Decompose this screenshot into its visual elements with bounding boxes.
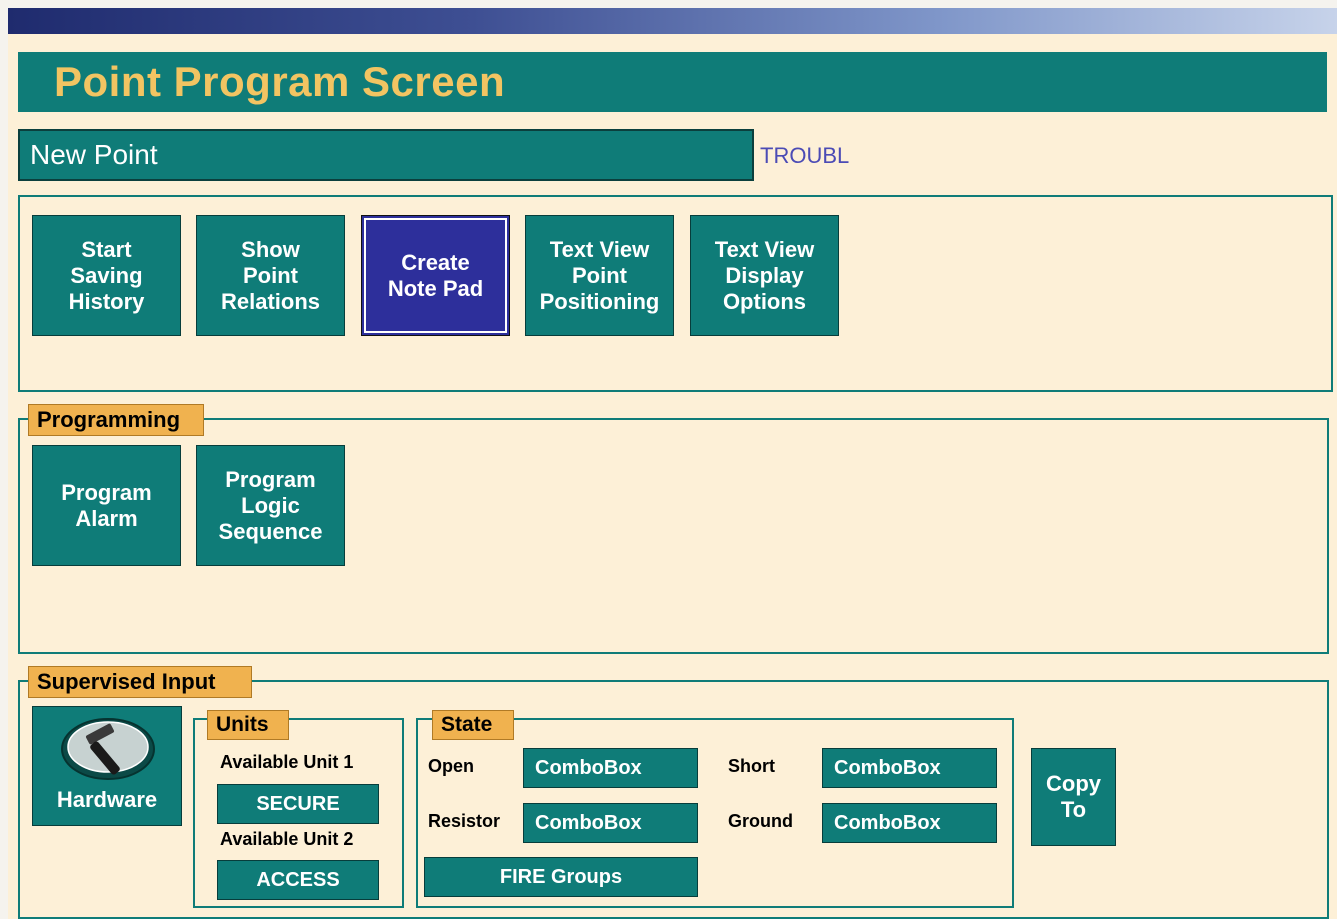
text-view-display-options-button[interactable]: Text View Display Options xyxy=(690,215,839,336)
open-combobox[interactable]: ComboBox xyxy=(523,748,698,788)
hardware-label: Hardware xyxy=(56,787,158,812)
available-unit-1-label: Available Unit 1 xyxy=(220,752,354,772)
copy-to-button[interactable]: Copy To xyxy=(1031,748,1116,846)
show-point-relations-button[interactable]: Show Point Relations xyxy=(196,215,345,336)
programming-tab-label: Programming xyxy=(28,404,204,436)
available-unit-2-label: Available Unit 2 xyxy=(220,829,354,849)
short-combobox[interactable]: ComboBox xyxy=(822,748,997,788)
fire-groups-button[interactable]: FIRE Groups xyxy=(424,857,698,897)
unit-2-select[interactable]: ACCESS xyxy=(217,860,379,900)
resistor-combobox[interactable]: ComboBox xyxy=(523,803,698,843)
text-view-point-positioning-button[interactable]: Text View Point Positioning xyxy=(525,215,674,336)
resistor-label: Resistor xyxy=(428,811,501,831)
create-note-pad-button[interactable]: Create Note Pad xyxy=(361,215,510,336)
ground-combobox[interactable]: ComboBox xyxy=(822,803,997,843)
start-saving-history-button[interactable]: Start Saving History xyxy=(32,215,181,336)
program-logic-sequence-button[interactable]: Program Logic Sequence xyxy=(196,445,345,566)
hammer-icon xyxy=(61,718,155,780)
ground-label: Ground xyxy=(728,811,793,831)
hardware-button[interactable]: Hardware xyxy=(32,706,182,826)
unit-1-select[interactable]: SECURE xyxy=(217,784,379,824)
window-header-strip xyxy=(8,8,1337,34)
open-label: Open xyxy=(428,756,475,776)
short-label: Short xyxy=(728,756,775,776)
supervised-input-tab-label: Supervised Input xyxy=(28,666,252,698)
page-title: Point Program Screen xyxy=(18,52,1327,112)
units-tab-label: Units xyxy=(207,710,289,740)
program-alarm-button[interactable]: Program Alarm xyxy=(32,445,181,566)
point-status-text: TROUBL xyxy=(760,143,850,168)
state-tab-label: State xyxy=(432,710,514,740)
point-name-field[interactable]: New Point xyxy=(18,129,754,181)
